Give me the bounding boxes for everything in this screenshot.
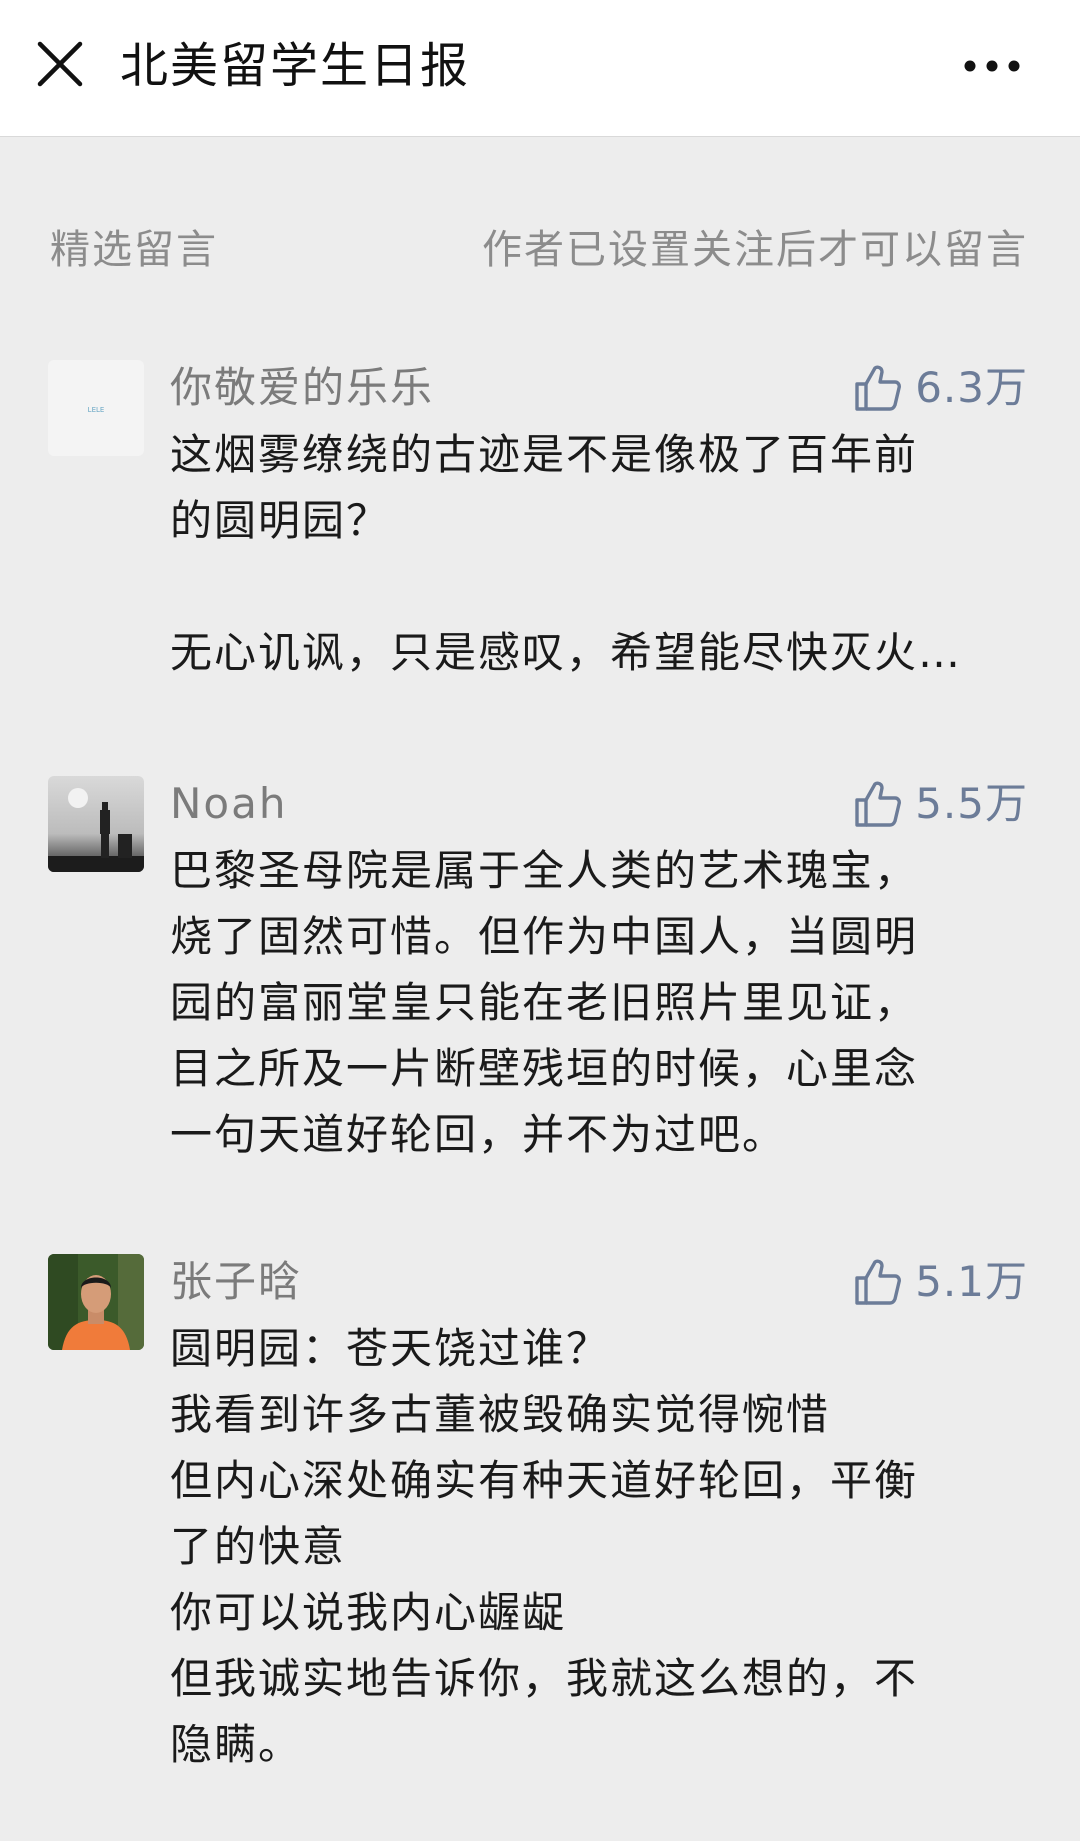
- thumbs-up-icon: [853, 363, 903, 413]
- commenter-name[interactable]: 你敬爱的乐乐: [170, 360, 434, 416]
- more-icon: [964, 60, 1020, 72]
- comment-line: 园的富丽堂皇只能在老旧照片里见证，: [170, 978, 919, 1027]
- like-count: 5.1万: [915, 1257, 1028, 1306]
- comment-line-blank: [170, 554, 1030, 620]
- thumbs-up-icon: [853, 779, 903, 829]
- follow-to-comment-notice: 作者已设置关注后才可以留言: [482, 227, 1028, 273]
- comment-line: 无心讥讽，只是感叹，希望能尽快灭火…: [170, 628, 963, 677]
- comment-line: 烧了固然可惜。但作为中国人，当圆明: [170, 912, 919, 961]
- comment-text: 圆明园：苍天饶过谁？ 我看到许多古董被毁确实觉得惋惜 但内心深处确实有种天道好轮…: [170, 1316, 1030, 1778]
- featured-comments-label: 精选留言: [50, 227, 218, 273]
- comment-line: 隐瞒。: [170, 1720, 303, 1769]
- avatar[interactable]: [48, 1254, 144, 1350]
- like-button[interactable]: 5.1万: [853, 1254, 1028, 1310]
- close-icon: [37, 41, 83, 87]
- comment-line: 我看到许多古董被毁确实觉得惋惜: [170, 1390, 831, 1439]
- comments-section-header: 精选留言 作者已设置关注后才可以留言: [0, 222, 1080, 278]
- thumbs-up-icon: [853, 1257, 903, 1307]
- like-button[interactable]: 6.3万: [853, 360, 1028, 416]
- comment-line: 了的快意: [170, 1522, 347, 1571]
- top-bar: 北美留学生日报: [0, 0, 1080, 137]
- comment-line: 目之所及一片断壁残垣的时候，心里念: [170, 1044, 919, 1093]
- comment-line: 但内心深处确实有种天道好轮回，平衡: [170, 1456, 919, 1505]
- comment-line: 你可以说我内心龌龊: [170, 1588, 567, 1637]
- close-button[interactable]: [36, 40, 84, 88]
- comment-line: 圆明园：苍天饶过谁？: [170, 1324, 611, 1373]
- comment-text: 巴黎圣母院是属于全人类的艺术瑰宝， 烧了固然可惜。但作为中国人，当圆明 园的富丽…: [170, 838, 1030, 1168]
- avatar[interactable]: LELE: [48, 360, 144, 456]
- like-button[interactable]: 5.5万: [853, 776, 1028, 832]
- commenter-name[interactable]: 张子晗: [170, 1254, 302, 1310]
- comment-text: 这烟雾缭绕的古迹是不是像极了百年前 的圆明园？ 无心讥讽，只是感叹，希望能尽快灭…: [170, 422, 1030, 686]
- like-count: 5.5万: [915, 779, 1028, 828]
- comment-line: 但我诚实地告诉你，我就这么想的，不: [170, 1654, 919, 1703]
- page-title: 北美留学生日报: [120, 38, 471, 94]
- more-button[interactable]: [960, 50, 1024, 82]
- comment-line: 的圆明园？: [170, 496, 391, 545]
- like-count: 6.3万: [915, 363, 1028, 412]
- comment-line: 巴黎圣母院是属于全人类的艺术瑰宝，: [170, 846, 919, 895]
- comment-line: 这烟雾缭绕的古迹是不是像极了百年前: [170, 430, 919, 479]
- avatar[interactable]: [48, 776, 144, 872]
- avatar-text: LELE: [88, 406, 105, 414]
- comment-line: 一句天道好轮回，并不为过吧。: [170, 1110, 787, 1159]
- commenter-name[interactable]: Noah: [170, 776, 287, 832]
